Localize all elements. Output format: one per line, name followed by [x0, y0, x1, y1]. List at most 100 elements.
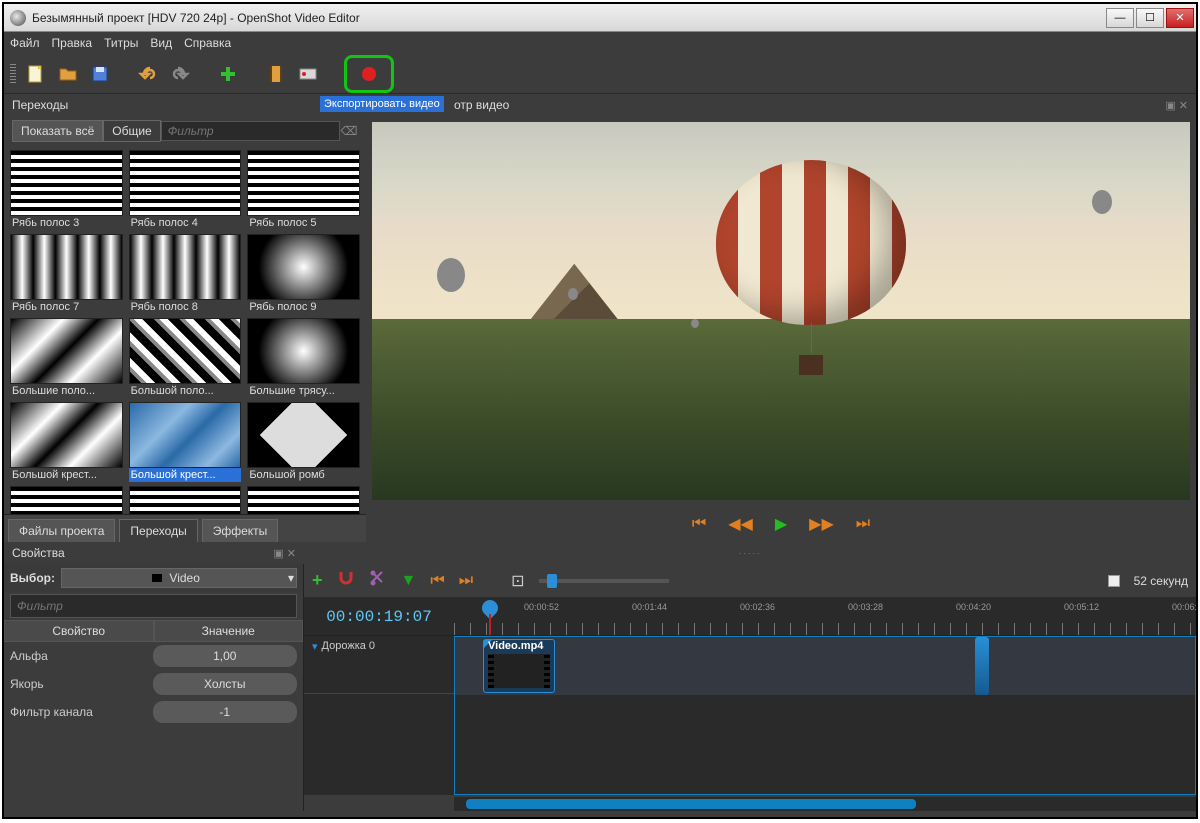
center-playhead-button[interactable]: ⊡ [511, 571, 524, 591]
menu-view[interactable]: Вид [150, 36, 172, 50]
jump-end-button[interactable]: ⏭ [856, 515, 870, 533]
property-row: Якорь Холсты [4, 670, 303, 698]
tab-transitions[interactable]: Переходы [119, 519, 197, 542]
selection-combo[interactable]: Video ▾ [61, 568, 297, 588]
menu-edit[interactable]: Правка [52, 36, 93, 50]
undo-button[interactable] [136, 62, 160, 86]
filmstrip-button[interactable] [264, 62, 288, 86]
properties-dock-icons[interactable]: ▣ ✕ [273, 547, 296, 560]
timeline-marker[interactable] [975, 637, 989, 695]
property-label: Якорь [4, 677, 147, 691]
menu-titles[interactable]: Титры [104, 36, 138, 50]
selection-label: Выбор: [10, 571, 55, 585]
filter-common-button[interactable]: Общие [103, 120, 160, 142]
panel-dock-icons[interactable]: ▣ ✕ [1165, 99, 1188, 112]
add-track-button[interactable]: + [312, 570, 323, 591]
ruler-tick-label: 00:01:44 [632, 602, 667, 612]
ruler-tick-label: 00:00:52 [524, 602, 559, 612]
menu-bar: Файл Правка Титры Вид Справка [4, 32, 1196, 54]
tab-effects[interactable]: Эффекты [202, 519, 279, 542]
col-property[interactable]: Свойство [4, 620, 154, 642]
transitions-panel-title: Переходы [12, 98, 68, 112]
play-button[interactable]: ▶ [775, 514, 787, 534]
property-label: Альфа [4, 649, 147, 663]
timeline-clip[interactable]: Video.mp4 [483, 639, 555, 693]
transition-item[interactable]: Большие поло... [10, 318, 123, 398]
transition-item[interactable]: Рябь полос 7 [10, 234, 123, 314]
zoom-slider[interactable] [539, 579, 669, 583]
transition-label: Рябь полос 5 [247, 216, 360, 230]
transition-item[interactable]: Рябь полос 3 [10, 150, 123, 230]
transition-item[interactable] [10, 486, 123, 514]
main-toolbar [4, 54, 1196, 94]
transition-item[interactable] [247, 486, 360, 514]
profile-button[interactable] [296, 62, 320, 86]
minimize-button[interactable]: — [1106, 8, 1134, 28]
transition-item[interactable]: Большой крест... [10, 402, 123, 482]
filter-show-all-button[interactable]: Показать всё [12, 120, 103, 142]
properties-table: Свойство Значение Альфа 1,00 Якорь Холсты Фи… [4, 620, 303, 811]
property-row: Фильтр канала-1 [4, 698, 303, 726]
close-button[interactable]: ✕ [1166, 8, 1194, 28]
transition-label: Большие трясу... [247, 384, 360, 398]
properties-panel-title: Свойства [12, 546, 65, 560]
timecode-display[interactable]: 00:00:19:07 [304, 598, 454, 635]
tab-project-files[interactable]: Файлы проекта [8, 519, 115, 542]
col-value[interactable]: Значение [154, 620, 304, 642]
balloon-icon [1092, 190, 1112, 214]
prev-marker-button[interactable]: ⏮ [430, 572, 444, 590]
transition-item[interactable]: Большой ромб [247, 402, 360, 482]
import-files-button[interactable] [216, 62, 240, 86]
transition-item[interactable]: Рябь полос 8 [129, 234, 242, 314]
razor-button[interactable] [369, 569, 387, 592]
duration-checkbox[interactable] [1108, 575, 1120, 587]
toolbar-handle[interactable] [10, 64, 16, 84]
preview-panel: ⏮ ◀◀ ▶ ▶▶ ⏭ [366, 116, 1196, 542]
transitions-panel: Показать всё Общие ⌫ Рябь полос 3 Рябь по… [4, 116, 366, 542]
duration-label: 52 секунд [1134, 574, 1188, 588]
transition-item[interactable]: Большой крест... [129, 402, 242, 482]
fast-forward-button[interactable]: ▶▶ [809, 514, 834, 534]
next-marker-button[interactable]: ⏭ [459, 572, 473, 590]
filter-clear-button[interactable]: ⌫ [340, 124, 358, 138]
save-project-button[interactable] [88, 62, 112, 86]
balloon-icon [691, 319, 699, 328]
timeline-track-area[interactable]: Video.mp4 [454, 636, 1196, 795]
new-project-button[interactable] [24, 62, 48, 86]
property-value[interactable]: 1,00 [153, 645, 298, 667]
transition-label: Рябь полос 3 [10, 216, 123, 230]
export-video-button[interactable] [357, 62, 381, 86]
transition-label: Большой крест... [10, 468, 123, 482]
jump-start-button[interactable]: ⏮ [692, 515, 706, 533]
redo-button[interactable] [168, 62, 192, 86]
menu-file[interactable]: Файл [10, 36, 40, 50]
timeline-ruler[interactable]: 00:00:5200:01:4400:02:3600:03:2800:04:20… [454, 598, 1196, 635]
transition-item[interactable]: Рябь полос 5 [247, 150, 360, 230]
transition-item[interactable]: Большой поло... [129, 318, 242, 398]
transition-item[interactable]: Рябь полос 9 [247, 234, 360, 314]
transition-label: Большой поло... [129, 384, 242, 398]
transition-item[interactable]: Рябь полос 4 [129, 150, 242, 230]
property-value[interactable]: -1 [153, 701, 298, 723]
add-marker-button[interactable]: ▼ [401, 572, 417, 590]
rewind-button[interactable]: ◀◀ [728, 514, 753, 534]
transitions-filter-input[interactable] [161, 121, 340, 141]
preview-panel-header: отр видео ▣ ✕ [366, 94, 1196, 116]
track-label-0[interactable]: ▾ Дорожка 0 [304, 636, 454, 694]
timeline-scrollbar[interactable] [454, 797, 1196, 811]
open-project-button[interactable] [56, 62, 80, 86]
ruler-tick-label: 00:02:36 [740, 602, 775, 612]
transition-item[interactable]: Большие трясу... [247, 318, 360, 398]
export-tooltip: Экспортировать видео [320, 96, 444, 112]
properties-panel-header: Свойства ▣ ✕ [4, 542, 304, 564]
playhead[interactable] [482, 600, 498, 616]
maximize-button[interactable]: ☐ [1136, 8, 1164, 28]
properties-filter-input[interactable] [10, 594, 297, 618]
property-value[interactable]: Холсты [153, 673, 298, 695]
menu-help[interactable]: Справка [184, 36, 231, 50]
transition-item[interactable] [129, 486, 242, 514]
preview-canvas[interactable] [372, 122, 1190, 500]
export-button-highlight [344, 55, 394, 93]
snap-button[interactable] [337, 569, 355, 592]
timeline-grip-icon[interactable]: ∙∙∙∙∙ [739, 548, 762, 558]
